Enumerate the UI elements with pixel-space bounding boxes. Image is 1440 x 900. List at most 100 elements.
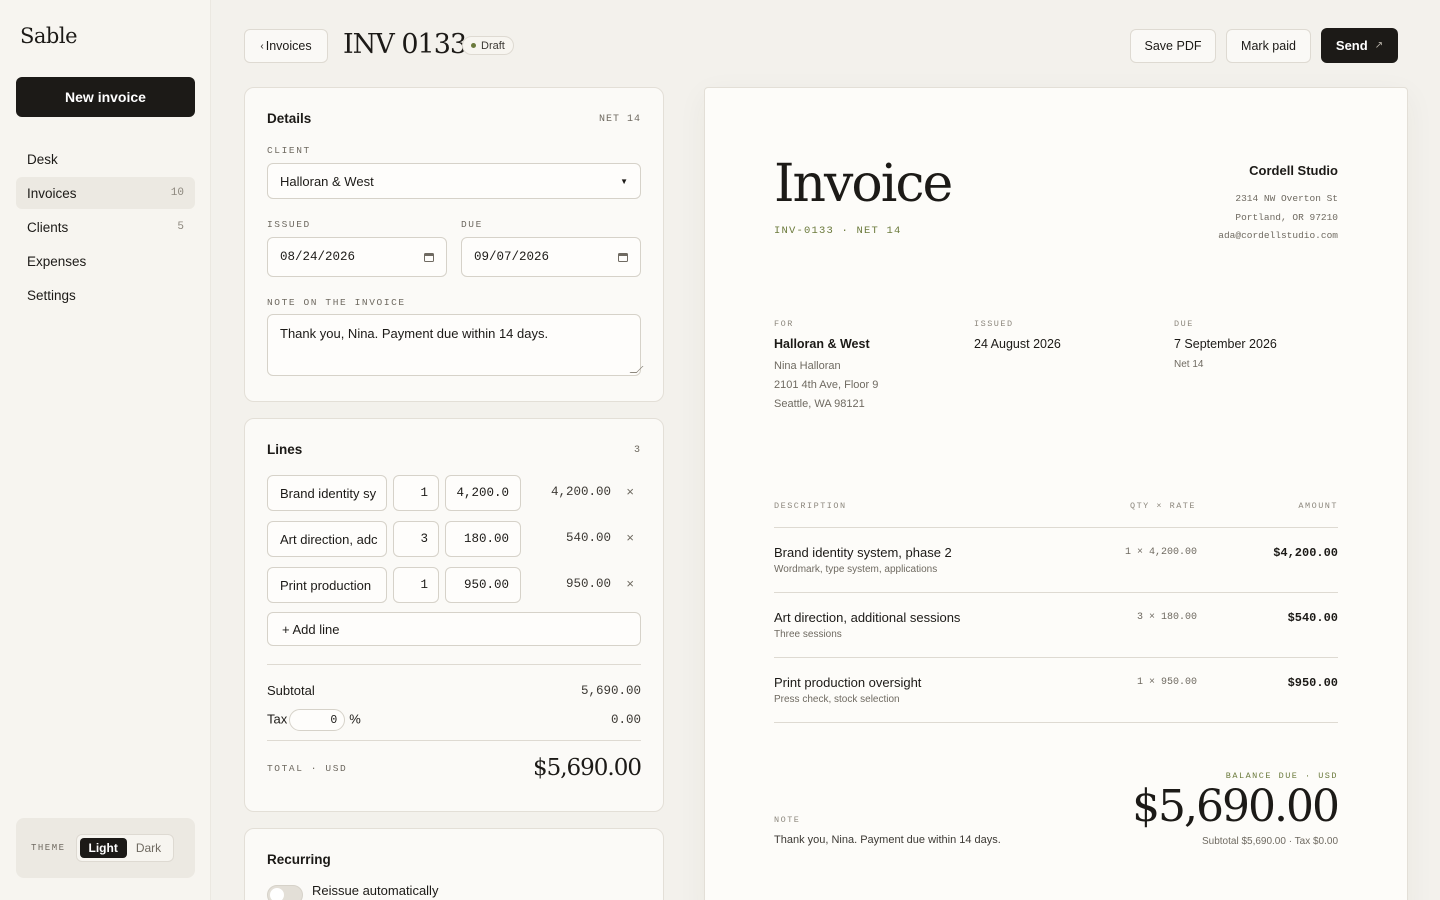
sidebar-item-clients[interactable]: Clients 5 [16, 211, 195, 243]
item-amount: $4,200.00 [1273, 546, 1338, 560]
balance-amount: $5,690.00 [1132, 781, 1340, 832]
divider [774, 722, 1338, 723]
chevron-left-icon: ‹ [260, 40, 264, 52]
sender-block: Cordell Studio 2314 NW Overton St Portla… [1218, 163, 1338, 246]
line-qty-input[interactable]: 1 [393, 567, 439, 603]
terms-tag: NET 14 [598, 114, 641, 125]
note-label: NOTE [774, 815, 801, 825]
tax-label: Tax [267, 711, 288, 727]
item-sub: Press check, stock selection [774, 694, 900, 705]
note-label: NOTE ON THE INVOICE [267, 297, 406, 308]
theme-light-option[interactable]: Light [79, 838, 127, 858]
for-address-2: Seattle, WA 98121 [774, 398, 865, 410]
issued-date-input[interactable]: 08/24/2026 [267, 237, 447, 277]
send-button[interactable]: Send ↗ [1321, 28, 1398, 63]
bill-to-block: FOR Halloran & West Nina Halloran 2101 4… [774, 319, 878, 414]
for-name: Halloran & West [774, 337, 870, 351]
new-invoice-button[interactable]: New invoice [16, 77, 195, 117]
column-description: DESCRIPTION [774, 501, 847, 511]
sidebar-item-invoices[interactable]: Invoices 10 [16, 177, 195, 209]
lines-title: Lines [267, 442, 303, 457]
sidebar: Sable New invoice Desk Invoices 10 Clien… [0, 0, 211, 900]
note-value: Thank you, Nina. Payment due within 14 d… [280, 326, 549, 341]
sidebar-item-count: 10 [170, 187, 184, 199]
line-amount: 540.00 [565, 531, 611, 545]
subtotal-label: Subtotal [267, 683, 315, 698]
due-date-input[interactable]: 09/07/2026 [461, 237, 641, 277]
note-text: Thank you, Nina. Payment due within 14 d… [774, 834, 1001, 846]
line-amount: 4,200.00 [550, 485, 611, 499]
tax-value: 0.00 [610, 713, 641, 727]
item-sub: Wordmark, type system, applications [774, 564, 938, 575]
app-logo: Sable [20, 24, 78, 48]
calendar-icon[interactable] [424, 252, 434, 262]
balance-due-block: BALANCE DUE · USD $5,690.00 Subtotal $5,… [1132, 771, 1340, 847]
tax-rate-input[interactable]: 0 [289, 709, 346, 731]
page-title: INV 0133 [343, 29, 467, 60]
reissue-toggle[interactable] [267, 885, 303, 900]
sidebar-item-expenses[interactable]: Expenses [16, 245, 195, 277]
line-rate-input[interactable]: 180.00 [445, 521, 521, 557]
issued-label: ISSUED [267, 219, 311, 230]
for-contact: Nina Halloran [774, 360, 841, 372]
tax-row: Tax 0% 0.00 [267, 709, 641, 731]
back-button-label: Invoices [265, 39, 312, 53]
remove-line-icon[interactable]: × [626, 530, 634, 545]
sidebar-item-label: Desk [27, 151, 58, 167]
theme-dark-option[interactable]: Dark [127, 838, 170, 858]
add-line-button[interactable]: + Add line [267, 612, 641, 646]
sender-name: Cordell Studio [1249, 163, 1338, 178]
subtotal-value: 5,690.00 [580, 683, 641, 698]
calendar-icon[interactable] [618, 252, 628, 262]
preview-line-item: Print production oversight Press check, … [774, 658, 1338, 722]
due-date-value: 09/07/2026 [474, 250, 550, 264]
note-textarea[interactable]: Thank you, Nina. Payment due within 14 d… [267, 314, 644, 376]
line-qty-input[interactable]: 1 [393, 475, 439, 511]
issued-block: ISSUED 24 August 2026 [974, 319, 1061, 351]
save-pdf-button[interactable]: Save PDF [1130, 29, 1216, 63]
remove-line-icon[interactable]: × [626, 576, 634, 591]
resize-handle-icon[interactable] [629, 366, 644, 373]
line-description-input[interactable]: Brand identity sy [267, 475, 387, 511]
client-select[interactable]: Halloran & West ▼ [267, 163, 641, 199]
lines-card: Lines 3 Brand identity sy 1 4,200.0 4,20… [244, 418, 664, 812]
item-description: Art direction, additional sessions [774, 610, 961, 625]
due-label: DUE [461, 219, 483, 230]
due-value: 7 September 2026 [1174, 337, 1277, 351]
back-to-invoices-button[interactable]: ‹ Invoices [244, 29, 328, 63]
reissue-label: Reissue automatically [312, 883, 439, 898]
for-address-1: 2101 4th Ave, Floor 9 [774, 379, 879, 391]
mark-paid-button[interactable]: Mark paid [1226, 29, 1311, 63]
total-row: TOTAL · USD $5,690.00 [267, 755, 642, 781]
divider [267, 740, 641, 741]
sidebar-item-settings[interactable]: Settings [16, 279, 195, 311]
status-label: Draft [481, 39, 505, 52]
arrow-up-right-icon: ↗ [1374, 40, 1384, 51]
issued-value: 24 August 2026 [974, 337, 1061, 351]
sidebar-item-desk[interactable]: Desk [16, 143, 195, 175]
line-qty-input[interactable]: 3 [393, 521, 439, 557]
line-rate-input[interactable]: 4,200.0 [445, 475, 521, 511]
balance-summary: Subtotal $5,690.00 · Tax $0.00 [1201, 836, 1338, 847]
sidebar-item-count: 5 [177, 221, 184, 233]
line-rate-input[interactable]: 950.00 [445, 567, 521, 603]
sidebar-item-label: Expenses [27, 253, 87, 269]
item-sub: Three sessions [774, 629, 842, 640]
sidebar-item-label: Settings [27, 287, 76, 303]
status-badge: Draft [462, 36, 514, 55]
line-description-input[interactable]: Print production [267, 567, 387, 603]
details-title: Details [267, 111, 312, 126]
remove-line-icon[interactable]: × [626, 484, 634, 499]
client-value: Halloran & West [280, 173, 374, 189]
line-description-input[interactable]: Art direction, adc [267, 521, 387, 557]
sidebar-item-label: Invoices [27, 185, 77, 201]
lines-count: 3 [633, 445, 641, 456]
caret-down-icon: ▼ [620, 176, 628, 186]
preview-line-item: Brand identity system, phase 2 Wordmark,… [774, 528, 1338, 592]
theme-switcher: THEME Light Dark [16, 818, 195, 878]
status-dot-icon [471, 43, 476, 48]
sender-address-1: 2314 NW Overton St [1235, 193, 1338, 204]
subtotal-row: Subtotal 5,690.00 [267, 683, 641, 698]
sender-email: ada@cordellstudio.com [1218, 230, 1338, 241]
line-item-row: Art direction, adc 3 180.00 540.00 × [267, 521, 641, 557]
